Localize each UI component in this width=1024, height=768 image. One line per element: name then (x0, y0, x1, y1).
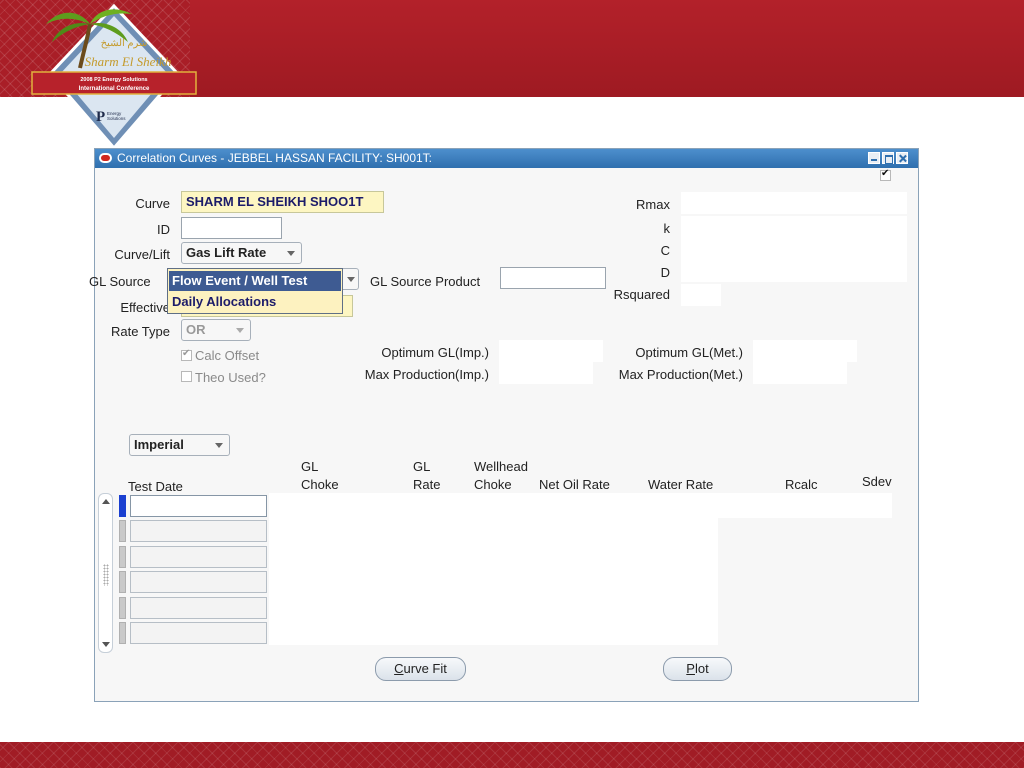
table-row[interactable] (130, 520, 267, 542)
max-production-imp-label: Max Production(Imp.) (364, 367, 489, 382)
plot-button[interactable]: Plot (663, 657, 732, 681)
gl-source-product-field[interactable] (500, 267, 606, 289)
conference-logo: شرم الشيخ Sharm El Sheikh 2008 P2 Energy… (31, 3, 197, 151)
col-rcalc: Rcalc (785, 477, 818, 492)
row-marker[interactable] (119, 520, 126, 542)
optimum-gl-imp-label: Optimum GL(Imp.) (381, 345, 489, 360)
calc-offset-label: Calc Offset (195, 348, 260, 363)
optimum-gl-met-field[interactable] (753, 340, 857, 362)
table-row[interactable] (130, 597, 267, 619)
d-label: D (660, 265, 670, 280)
window-titlebar[interactable]: Correlation Curves - JEBBEL HASSAN FACIL… (95, 149, 918, 168)
col-net-oil-rate: Net Oil Rate (539, 477, 610, 492)
curve-lift-label: Curve/Lift (114, 247, 170, 262)
table-row[interactable] (130, 495, 267, 517)
rate-type-value: OR (186, 322, 206, 337)
plot-label: lot (694, 661, 709, 676)
units-value: Imperial (134, 437, 184, 452)
bottom-banner (0, 742, 1024, 768)
top-right-checkbox[interactable] (880, 168, 891, 181)
chevron-down-icon (215, 443, 223, 448)
rmax-label: Rmax (636, 197, 670, 212)
c-field[interactable] (681, 238, 907, 260)
table-grid-area-right (718, 493, 892, 518)
col-gl-rate-line1: GL (413, 459, 431, 474)
logo-conference-line1: 2008 P2 Energy Solutions (80, 77, 147, 83)
theo-used-label: Theo Used? (195, 370, 266, 385)
scroll-grip[interactable] (103, 564, 109, 586)
plot-mnemonic: P (686, 661, 695, 676)
table-grid-area (269, 493, 718, 645)
scroll-down-icon[interactable] (102, 642, 110, 647)
rmax-field[interactable] (681, 192, 907, 214)
dropdown-option-flow-event[interactable]: Flow Event / Well Test (169, 271, 341, 291)
id-field[interactable] (181, 217, 282, 239)
curve-field[interactable]: SHARM EL SHEIKH SHOO1T (181, 191, 384, 213)
curve-lift-value: Gas Lift Rate (186, 245, 267, 260)
id-label: ID (157, 222, 170, 237)
correlation-curves-window: Correlation Curves - JEBBEL HASSAN FACIL… (89, 148, 919, 702)
col-test-date: Test Date (128, 479, 183, 494)
max-production-imp-field[interactable] (499, 362, 593, 384)
curve-fit-button[interactable]: Curve Fit (375, 657, 466, 681)
calc-offset-checkbox[interactable] (181, 348, 192, 361)
row-marker[interactable] (119, 571, 126, 593)
table-row[interactable] (130, 571, 267, 593)
row-marker[interactable] (119, 597, 126, 619)
max-production-met-field[interactable] (753, 362, 847, 384)
minimize-icon[interactable] (868, 152, 880, 164)
col-gl-rate-line2: Rate (413, 477, 441, 492)
row-marker[interactable] (119, 622, 126, 644)
rsquared-label: Rsquared (613, 287, 670, 302)
gl-source-product-label: GL Source Product (370, 274, 481, 289)
presentation-slide: شرم الشيخ Sharm El Sheikh 2008 P2 Energy… (0, 0, 1024, 768)
curve-fit-mnemonic: C (394, 661, 404, 676)
table-row[interactable] (130, 546, 267, 568)
dropdown-option-daily-allocations[interactable]: Daily Allocations (169, 292, 341, 312)
effective-label: Effective (120, 300, 170, 315)
k-label: k (663, 221, 671, 236)
gl-source-label: GL Source (89, 274, 151, 289)
window-title: Correlation Curves - JEBBEL HASSAN FACIL… (117, 151, 433, 165)
maximize-icon[interactable] (882, 152, 894, 164)
max-production-met-label: Max Production(Met.) (618, 367, 743, 382)
optimum-gl-met-label: Optimum GL(Met.) (635, 345, 743, 360)
col-gl-choke-line2: Choke (301, 477, 339, 492)
col-sdev: Sdev (862, 474, 892, 489)
col-wellhead-choke-line2: Choke (474, 477, 512, 492)
logo-brand-line2: Solutions (107, 116, 126, 121)
col-wellhead-choke-line1: Wellhead (474, 459, 528, 474)
chevron-down-icon (347, 277, 355, 282)
row-marker[interactable] (119, 495, 126, 517)
k-field[interactable] (681, 216, 907, 238)
logo-arabic-text: شرم الشيخ (101, 38, 148, 49)
rate-type-label: Rate Type (110, 324, 170, 339)
chevron-down-icon (236, 328, 244, 333)
close-icon[interactable] (896, 152, 908, 164)
gl-source-dropdown-list: Flow Event / Well Test Daily Allocations (167, 268, 343, 314)
scroll-up-icon[interactable] (102, 499, 110, 504)
logo-brand-mark: P (96, 109, 105, 125)
col-gl-choke-line1: GL (301, 459, 319, 474)
curve-fit-label: urve Fit (403, 661, 447, 676)
table-row[interactable] (130, 622, 267, 644)
curve-label: Curve (135, 196, 170, 211)
curve-lift-select[interactable]: Gas Lift Rate (181, 242, 302, 264)
table-scrollbar[interactable] (98, 493, 113, 653)
units-select[interactable]: Imperial (129, 434, 230, 456)
theo-used-checkbox[interactable] (181, 371, 192, 382)
rsquared-field[interactable] (681, 284, 721, 306)
col-water-rate: Water Rate (648, 477, 714, 492)
row-marker[interactable] (119, 546, 126, 568)
logo-name: Sharm El Sheikh (85, 54, 172, 69)
d-field[interactable] (681, 260, 907, 282)
c-label: C (660, 243, 670, 258)
logo-conference-line2: International Conference (79, 86, 150, 92)
rate-type-select[interactable]: OR (181, 319, 251, 341)
chevron-down-icon (287, 251, 295, 256)
oracle-icon (99, 153, 112, 163)
